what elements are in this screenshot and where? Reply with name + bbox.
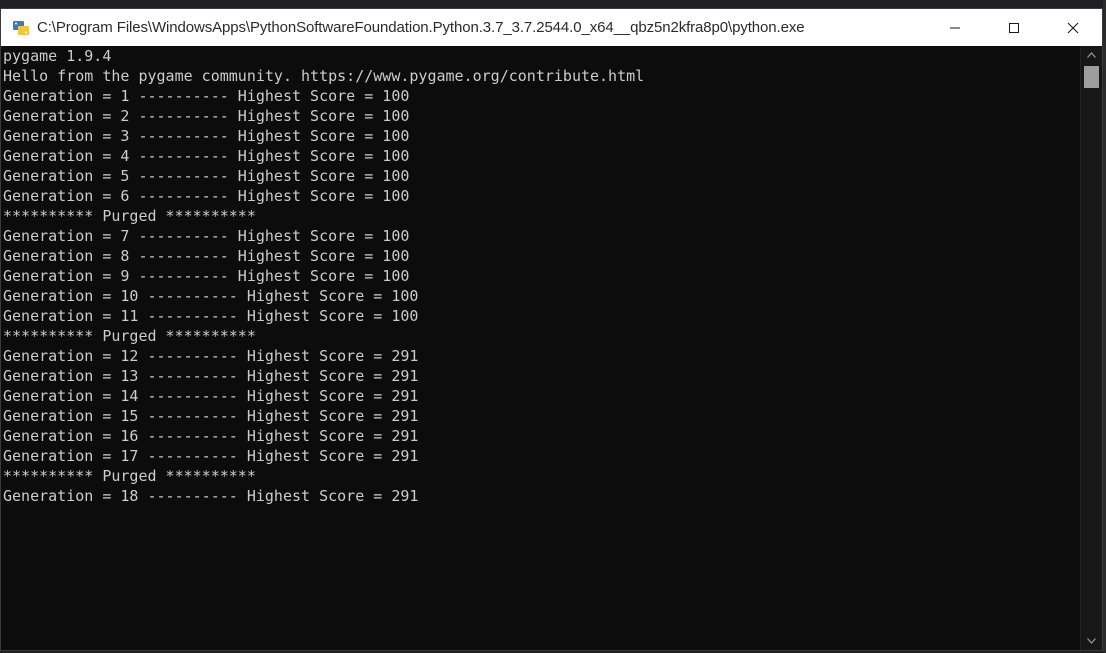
console-line: Generation = 18 ---------- Highest Score…	[3, 487, 419, 505]
console-line: Generation = 6 ---------- Highest Score …	[3, 187, 410, 205]
console-line: Generation = 1 ---------- Highest Score …	[3, 87, 410, 105]
close-icon	[1067, 22, 1078, 33]
console-line: Generation = 13 ---------- Highest Score…	[3, 367, 419, 385]
minimize-icon	[949, 27, 960, 28]
scroll-down-arrow-icon[interactable]	[1081, 632, 1102, 650]
console-window: C:\Program Files\WindowsApps\PythonSoftw…	[0, 8, 1103, 651]
console-line: Generation = 5 ---------- Highest Score …	[3, 167, 410, 185]
console-line: Generation = 17 ---------- Highest Score…	[3, 447, 419, 465]
console-line: ********** Purged **********	[3, 207, 256, 225]
console-line: Generation = 14 ---------- Highest Score…	[3, 387, 419, 405]
minimize-button[interactable]	[925, 9, 984, 46]
python-icon[interactable]	[11, 18, 31, 38]
vertical-scrollbar[interactable]	[1080, 46, 1102, 650]
console-line: Generation = 2 ---------- Highest Score …	[3, 107, 410, 125]
console-line: Generation = 3 ---------- Highest Score …	[3, 127, 410, 145]
maximize-button[interactable]	[984, 9, 1043, 46]
console-line: Generation = 12 ---------- Highest Score…	[3, 347, 419, 365]
console-line: Generation = 10 ---------- Highest Score…	[3, 287, 419, 305]
console-line: pygame 1.9.4	[3, 47, 112, 65]
close-button[interactable]	[1043, 9, 1102, 46]
scroll-thumb[interactable]	[1084, 66, 1099, 88]
console-line: Generation = 9 ---------- Highest Score …	[3, 267, 410, 285]
window-title: C:\Program Files\WindowsApps\PythonSoftw…	[37, 19, 805, 36]
console-line: Generation = 15 ---------- Highest Score…	[3, 407, 419, 425]
scroll-up-arrow-icon[interactable]	[1081, 46, 1102, 64]
console-line: Hello from the pygame community. https:/…	[3, 67, 645, 85]
console-line: ********** Purged **********	[3, 327, 256, 345]
console-line: Generation = 8 ---------- Highest Score …	[3, 247, 410, 265]
console-line: Generation = 16 ---------- Highest Score…	[3, 427, 419, 445]
title-bar[interactable]: C:\Program Files\WindowsApps\PythonSoftw…	[1, 9, 1102, 46]
console-line: Generation = 11 ---------- Highest Score…	[3, 307, 419, 325]
console-line: Generation = 4 ---------- Highest Score …	[3, 147, 410, 165]
console-line: Generation = 7 ---------- Highest Score …	[3, 227, 410, 245]
console-output[interactable]: pygame 1.9.4 Hello from the pygame commun…	[1, 46, 1081, 650]
maximize-icon	[1008, 22, 1019, 33]
console-line: ********** Purged **********	[3, 467, 256, 485]
